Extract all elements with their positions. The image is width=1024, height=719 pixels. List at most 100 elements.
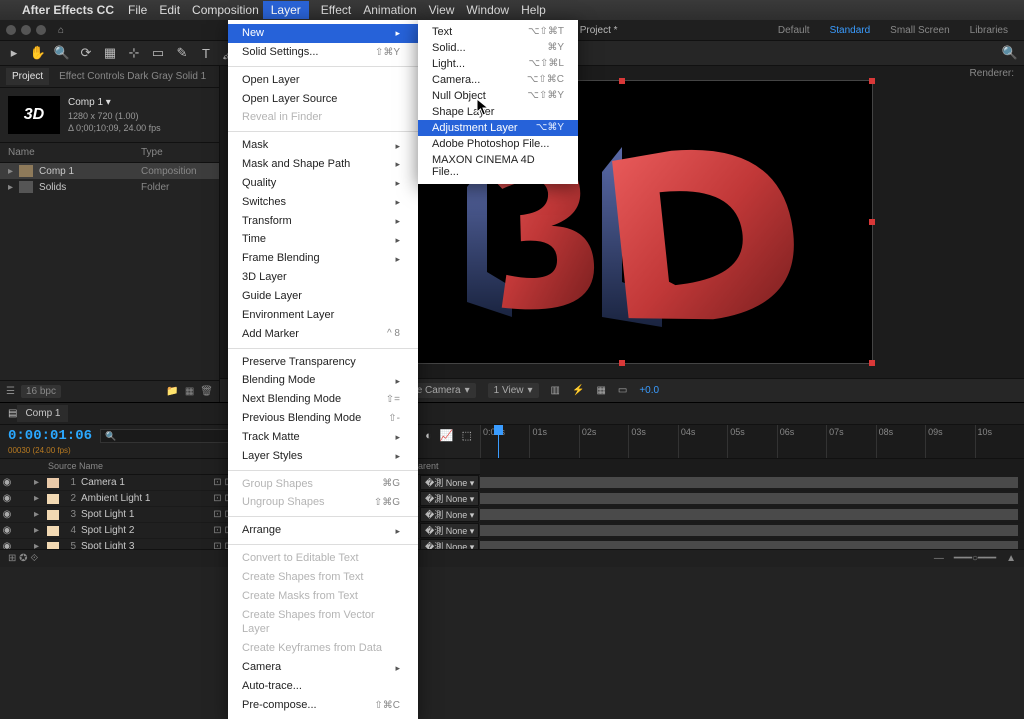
toggle-switches-icon[interactable]: ⊞ ✪ ⟐ xyxy=(8,553,38,564)
menu-item[interactable]: Open Layer Source xyxy=(228,90,418,109)
menu-item[interactable]: Open Layer xyxy=(228,71,418,90)
zoom-in-icon[interactable]: ▲ xyxy=(1006,553,1016,564)
menubar-window[interactable]: Window xyxy=(466,3,509,17)
draft3d-icon[interactable]: ⬚ xyxy=(462,429,472,442)
layer-row[interactable]: ◉ ▸ 5 Spot Light 3 ⊡ ⊡ �測 None ▾ xyxy=(0,539,1024,549)
layer-row[interactable]: ◉ ▸ 1 Camera 1 ⊡ ⊡ �測 None ▾ xyxy=(0,475,1024,491)
panel-tab[interactable]: Project xyxy=(6,68,49,85)
bpc-toggle[interactable]: 16 bpc xyxy=(21,385,61,398)
col-source[interactable]: Source Name xyxy=(48,459,178,474)
menu-item[interactable]: Mask and Shape Path xyxy=(228,155,418,174)
hand-tool-icon[interactable]: ✋ xyxy=(30,45,46,61)
menu-item[interactable]: 3D Layer xyxy=(228,268,418,287)
menu-item[interactable]: MAXON CINEMA 4D File... xyxy=(418,152,578,180)
menu-item[interactable]: Null Object⌥⇧⌘Y xyxy=(418,88,578,104)
menu-item[interactable]: Add Marker^ 8 xyxy=(228,325,418,344)
render-queue-icon[interactable]: ▤ xyxy=(8,408,17,419)
region-icon[interactable]: ▭ xyxy=(618,385,627,396)
zoom-tool-icon[interactable]: 🔍 xyxy=(54,45,70,61)
menubar-file[interactable]: File xyxy=(128,3,147,17)
menubar-view[interactable]: View xyxy=(429,3,455,17)
comp-thumbnail[interactable]: 3D xyxy=(8,96,60,134)
zoom-slider[interactable]: ━━━○━━━ xyxy=(954,553,996,564)
timeline-tab[interactable]: Comp 1 xyxy=(17,405,68,422)
new-folder-icon[interactable]: 📁 xyxy=(166,386,178,397)
selection-tool-icon[interactable]: ▸ xyxy=(6,45,22,61)
camera-tool-icon[interactable]: ▦ xyxy=(102,45,118,61)
project-item[interactable]: ▸SolidsFolder xyxy=(0,179,219,195)
home-icon[interactable]: ⌂ xyxy=(58,25,64,36)
workspace-default[interactable]: Default xyxy=(768,23,820,38)
menu-item[interactable]: Track Matte xyxy=(228,428,418,447)
menubar-help[interactable]: Help xyxy=(521,3,546,17)
rotate-tool-icon[interactable]: ⟳ xyxy=(78,45,94,61)
menu-item[interactable]: Camera...⌥⇧⌘C xyxy=(418,72,578,88)
current-time-indicator[interactable] xyxy=(498,425,499,458)
menu-item[interactable]: Solid Settings...⇧⌘Y xyxy=(228,43,418,62)
shape-tool-icon[interactable]: ▭ xyxy=(150,45,166,61)
layer-row[interactable]: ◉ ▸ 3 Spot Light 1 ⊡ ⊡ �測 None ▾ xyxy=(0,507,1024,523)
visibility-icon[interactable]: ◉ xyxy=(0,541,14,549)
panel-tab[interactable]: Effect Controls Dark Gray Solid 1 xyxy=(53,68,212,85)
interpret-icon[interactable]: ☰ xyxy=(6,386,15,397)
traffic-lights[interactable] xyxy=(6,25,46,35)
pixel-aspect-icon[interactable]: ▥ xyxy=(551,385,560,396)
type-tool-icon[interactable]: T xyxy=(198,45,214,61)
motion-blur-icon[interactable]: ◐ xyxy=(425,430,432,442)
menubar-animation[interactable]: Animation xyxy=(363,3,416,17)
time-ruler[interactable]: 0:00s01s02s03s04s05s06s07s08s09s10s xyxy=(480,425,1024,458)
views-dd[interactable]: 1 View▾ xyxy=(488,383,539,398)
project-item[interactable]: ▸Comp 1Composition xyxy=(0,163,219,179)
menu-item[interactable]: Previous Blending Mode⇧- xyxy=(228,409,418,428)
layer-row[interactable]: ◉ ▸ 4 Spot Light 2 ⊡ ⊡ �測 None ▾ xyxy=(0,523,1024,539)
comp-name[interactable]: Comp 1 ▾ xyxy=(68,96,161,110)
menu-item[interactable]: Quality xyxy=(228,174,418,193)
search-icon[interactable]: 🔍 xyxy=(1002,45,1018,61)
menu-item[interactable]: Arrange xyxy=(228,521,418,540)
menu-item[interactable]: Mask xyxy=(228,136,418,155)
menu-item[interactable]: Time xyxy=(228,230,418,249)
menu-item[interactable]: Text⌥⇧⌘T xyxy=(418,24,578,40)
menu-item[interactable]: Switches xyxy=(228,193,418,212)
menu-item[interactable]: Pre-compose...⇧⌘C xyxy=(228,696,418,715)
menu-item[interactable]: Camera xyxy=(228,658,418,677)
workspace-standard[interactable]: Standard xyxy=(820,23,881,38)
menu-item[interactable]: Transform xyxy=(228,212,418,231)
menu-item[interactable]: Adobe Photoshop File... xyxy=(418,136,578,152)
menu-item[interactable]: New xyxy=(228,24,418,43)
menubar-layer[interactable]: Layer xyxy=(263,1,309,19)
layer-row[interactable]: ◉ ▸ 2 Ambient Light 1 ⊡ ⊡ �測 None ▾ xyxy=(0,491,1024,507)
menubar-edit[interactable]: Edit xyxy=(159,3,180,17)
menu-item[interactable]: Preserve Transparency xyxy=(228,353,418,372)
visibility-icon[interactable]: ◉ xyxy=(0,493,14,504)
trash-icon[interactable]: 🗑 xyxy=(200,386,213,397)
menu-item[interactable]: Adjustment Layer⌥⌘Y xyxy=(418,120,578,136)
current-timecode[interactable]: 0:00:01:06 xyxy=(8,428,92,444)
pen-tool-icon[interactable]: ✎ xyxy=(174,45,190,61)
app-name[interactable]: After Effects CC xyxy=(22,3,114,17)
menu-item[interactable]: Light...⌥⇧⌘L xyxy=(418,56,578,72)
col-name[interactable]: Name xyxy=(8,147,141,158)
new-comp-icon[interactable]: ▦ xyxy=(185,386,194,397)
menu-item[interactable]: Shape Layer xyxy=(418,104,578,120)
workspace-libraries[interactable]: Libraries xyxy=(960,23,1018,38)
graph-icon[interactable]: 📈 xyxy=(440,429,454,442)
exposure-value[interactable]: +0.0 xyxy=(639,385,659,396)
menubar-composition[interactable]: Composition xyxy=(192,3,259,17)
menu-item[interactable]: Auto-trace... xyxy=(228,677,418,696)
transparency-icon[interactable]: ▦ xyxy=(596,385,605,396)
visibility-icon[interactable]: ◉ xyxy=(0,525,14,536)
anchor-tool-icon[interactable]: ⊹ xyxy=(126,45,142,61)
menu-item[interactable]: Frame Blending xyxy=(228,249,418,268)
menu-item[interactable]: Environment Layer xyxy=(228,306,418,325)
menu-item[interactable]: Guide Layer xyxy=(228,287,418,306)
menu-item[interactable]: Blending Mode xyxy=(228,371,418,390)
menubar-effect[interactable]: Effect xyxy=(321,3,351,17)
menu-item[interactable]: Next Blending Mode⇧= xyxy=(228,390,418,409)
workspace-small-screen[interactable]: Small Screen xyxy=(880,23,959,38)
menu-item[interactable]: Layer Styles xyxy=(228,447,418,466)
zoom-out-icon[interactable]: — xyxy=(934,553,944,564)
menu-item[interactable]: Solid...⌘Y xyxy=(418,40,578,56)
fast-preview-icon[interactable]: ⚡ xyxy=(572,385,584,396)
visibility-icon[interactable]: ◉ xyxy=(0,509,14,520)
